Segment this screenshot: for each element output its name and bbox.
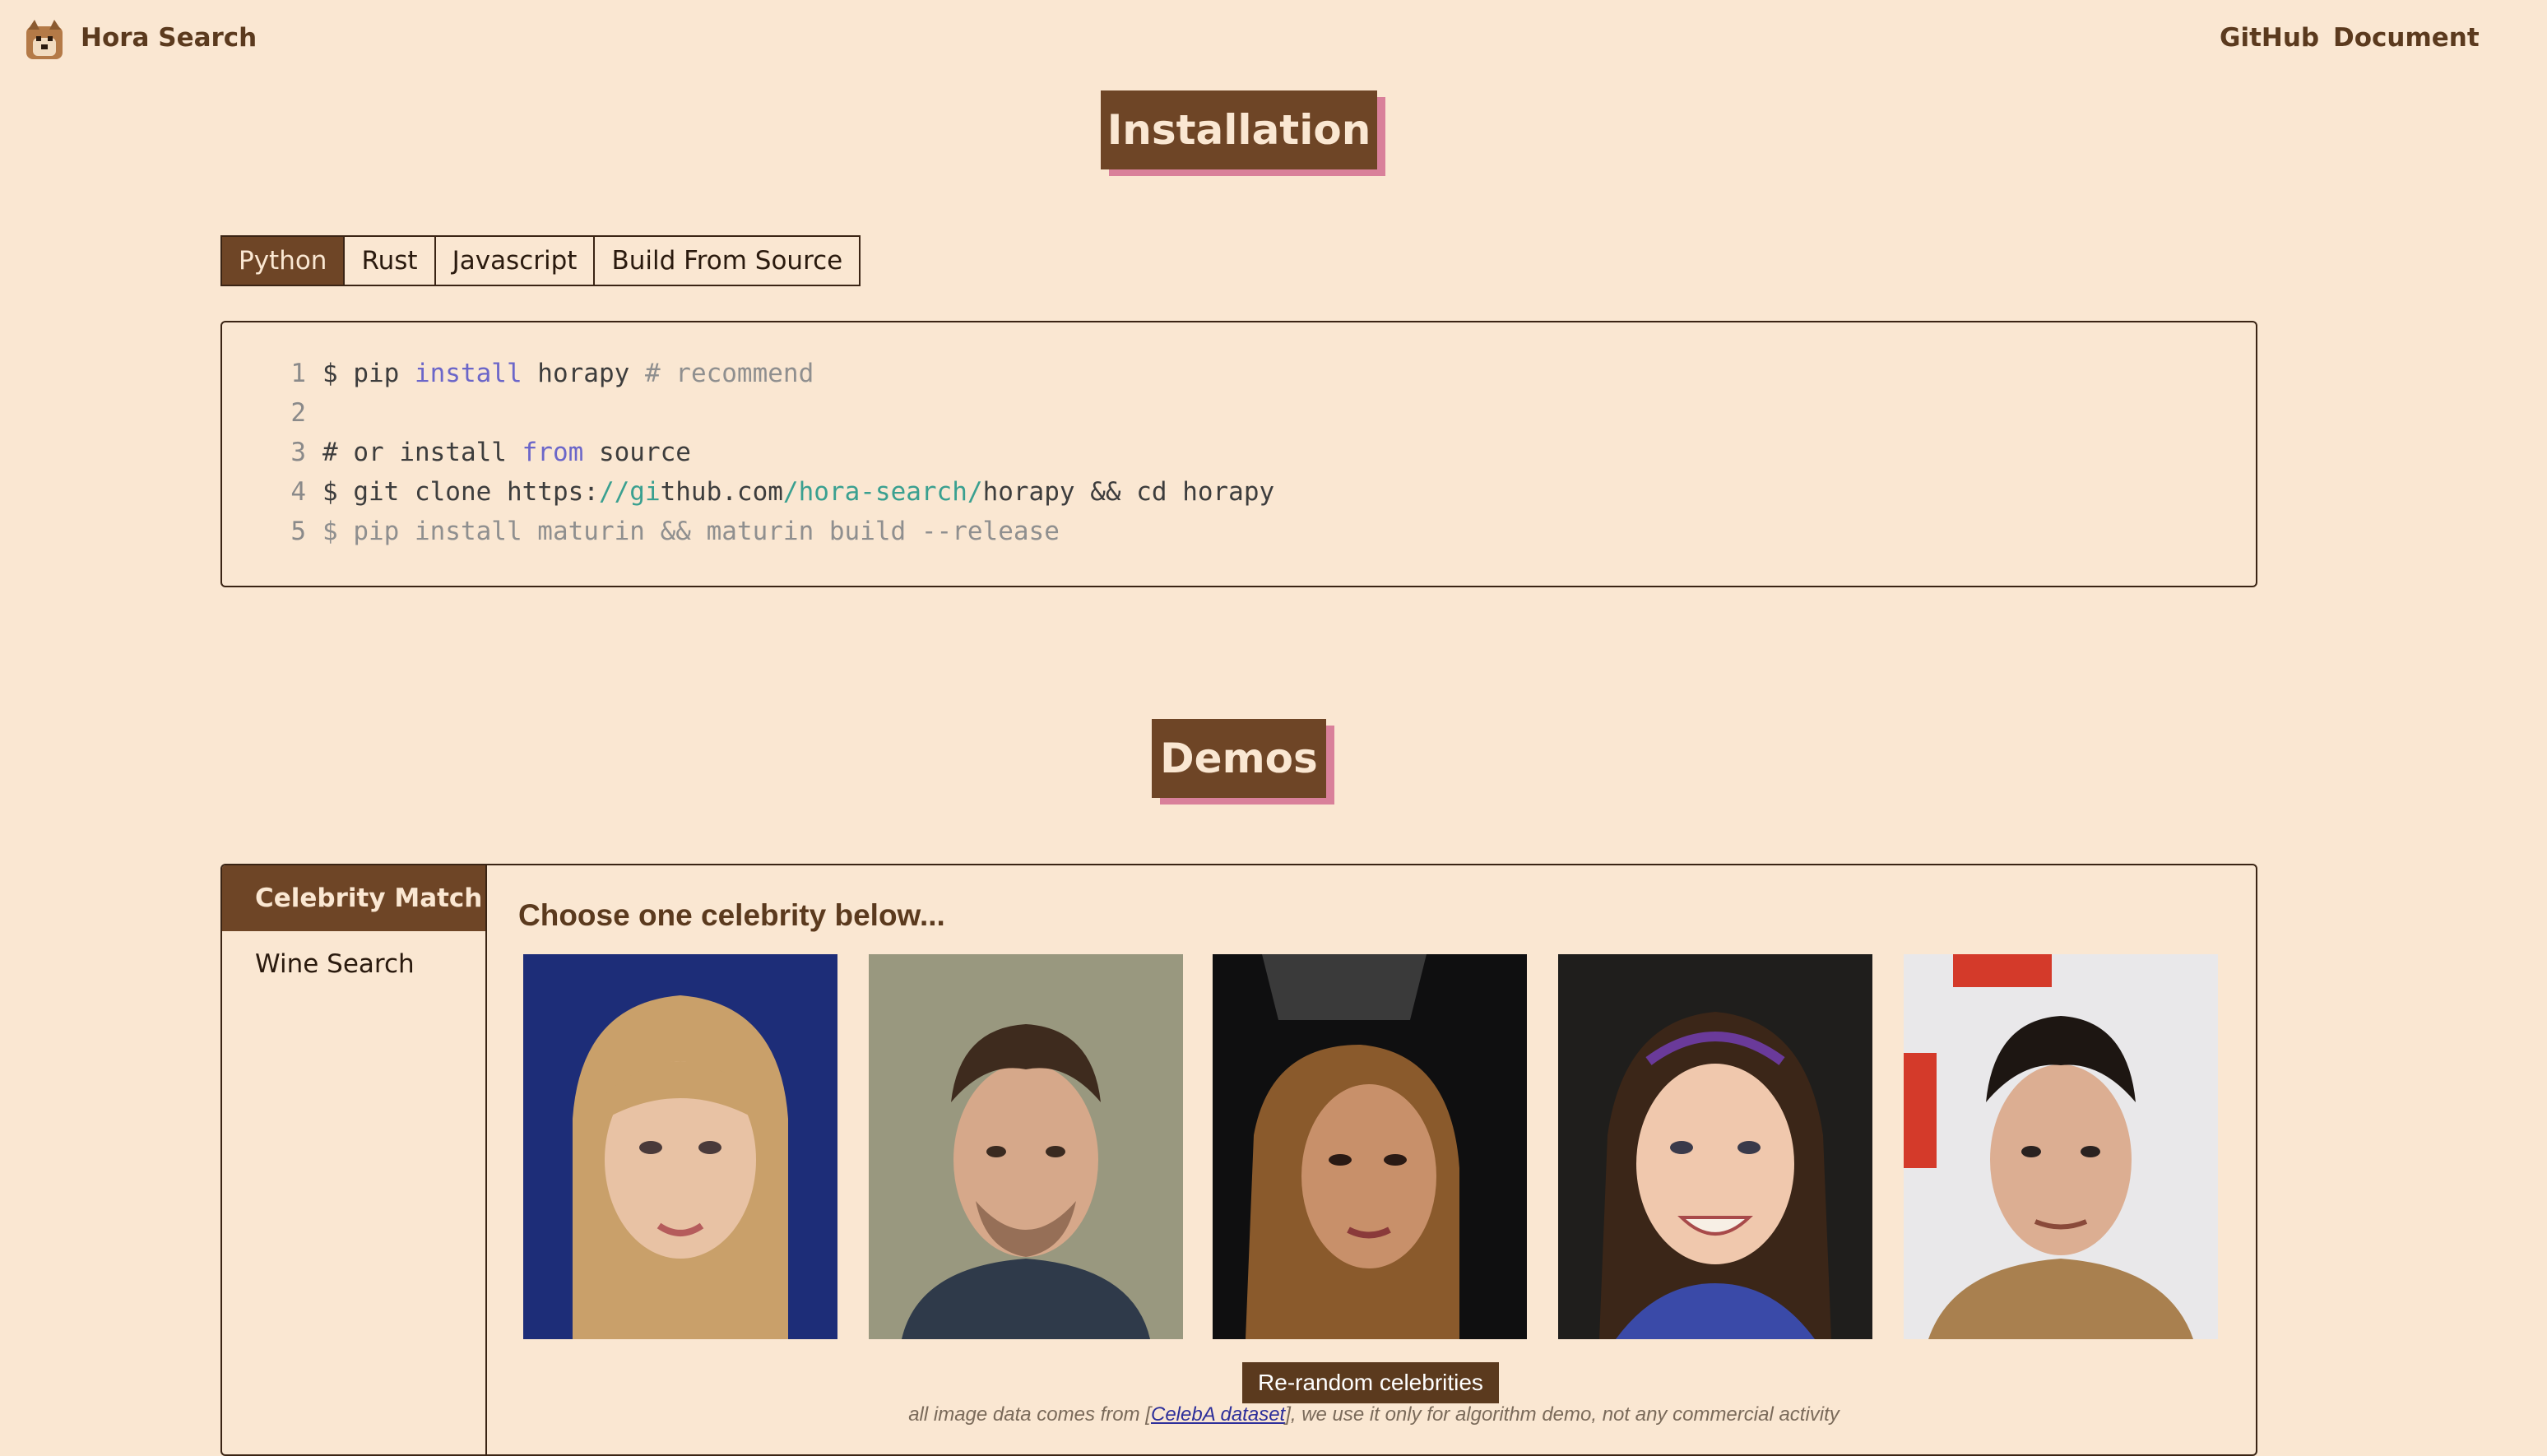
code-token: # recommend	[644, 359, 814, 388]
code-token: $ git clone https:	[322, 477, 599, 507]
demos-heading: Demos	[1152, 719, 1326, 798]
code-token: install	[414, 359, 522, 388]
tab-rust[interactable]: Rust	[345, 237, 436, 285]
line-number: 3	[290, 438, 306, 467]
tab-build-from-source[interactable]: Build From Source	[595, 237, 859, 285]
install-tabs: Python Rust Javascript Build From Source	[220, 235, 861, 286]
code-line: 5 $ pip install maturin && maturin build …	[222, 517, 1060, 546]
code-line: 4 $ git clone https://github.com/hora-sea…	[222, 477, 1274, 507]
demo-tab-celebrity-match[interactable]: Celebrity Match	[222, 865, 485, 931]
celebrity-photo-4[interactable]	[1558, 954, 1872, 1339]
celebrity-photo-3[interactable]	[1213, 954, 1527, 1339]
nav-link-github[interactable]: GitHub	[2220, 23, 2319, 53]
code-token: thub.com	[660, 477, 783, 507]
brand-name[interactable]: Hora Search	[81, 23, 257, 53]
shiba-dog-logo-icon[interactable]	[21, 18, 67, 64]
code-token: from	[522, 438, 584, 467]
choose-celebrity-prompt: Choose one celebrity below...	[518, 898, 945, 932]
installation-heading: Installation	[1101, 90, 1377, 169]
code-token: source	[583, 438, 691, 467]
code-token: //gi	[598, 477, 661, 507]
tab-javascript[interactable]: Javascript	[436, 237, 596, 285]
line-number: 1	[290, 359, 306, 388]
code-token: # or install	[322, 438, 522, 467]
line-number: 2	[290, 398, 306, 428]
celebrity-photo-2[interactable]	[869, 954, 1183, 1339]
nav-link-document[interactable]: Document	[2333, 23, 2480, 53]
line-number: 4	[290, 477, 306, 507]
code-line: 1 $ pip install horapy # recommend	[222, 359, 814, 388]
code-line: 2	[222, 398, 322, 428]
code-token: /hora-search/	[782, 477, 983, 507]
demo-sidebar: Celebrity Match Wine Search	[222, 865, 487, 1454]
tab-python[interactable]: Python	[222, 237, 346, 285]
install-code-block[interactable]: 1 $ pip install horapy # recommend 2 3 # or …	[220, 321, 2257, 587]
celebrity-photo-1[interactable]	[523, 954, 837, 1339]
demo-tab-wine-search[interactable]: Wine Search	[222, 931, 485, 997]
celebrity-photo-5[interactable]	[1904, 954, 2218, 1339]
code-token: horapy	[522, 359, 645, 388]
code-line: 3 # or install from source	[222, 438, 691, 467]
code-token: horapy && cd horapy	[982, 477, 1275, 507]
dataset-footnote: all image data comes from [CelebA datase…	[856, 1403, 1892, 1426]
top-navbar: Hora Search GitHub Document	[0, 0, 2547, 82]
line-number: 5	[290, 517, 306, 546]
code-token: $ pip	[322, 359, 415, 388]
rerandom-celebrities-button[interactable]: Re-random celebrities	[1242, 1362, 1499, 1403]
code-token: $ pip install maturin && maturin build -…	[322, 517, 1060, 546]
